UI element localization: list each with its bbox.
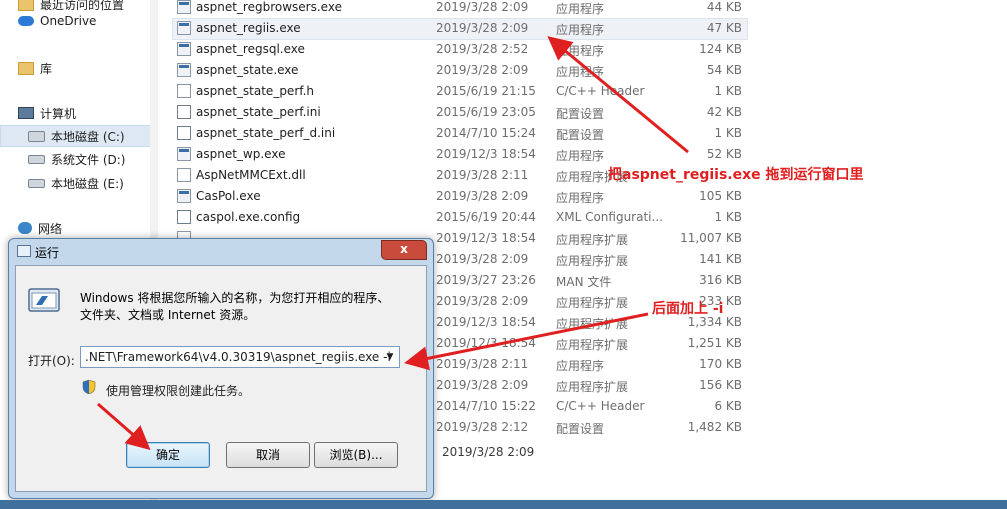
arrow-to-input <box>404 312 649 371</box>
taskbar <box>0 500 1007 509</box>
annotation-arrows <box>97 36 689 450</box>
arrow-to-regiis <box>547 36 689 154</box>
arrow-to-ok <box>97 402 151 450</box>
